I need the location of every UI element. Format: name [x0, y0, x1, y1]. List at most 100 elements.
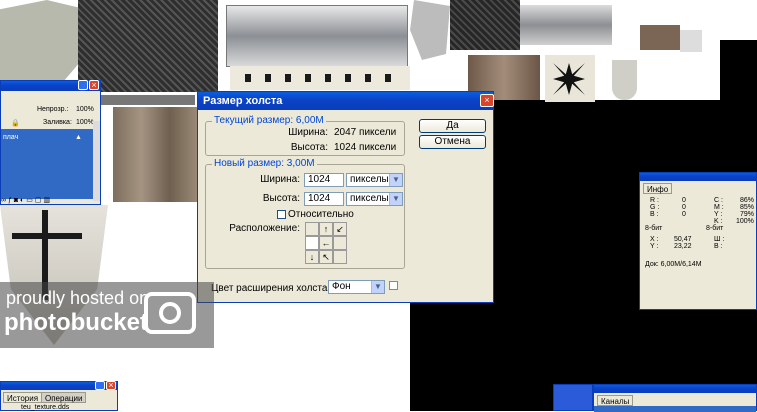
lock-icon[interactable]: 🔒 — [11, 119, 20, 127]
mask-icon[interactable]: ◙ — [14, 197, 18, 204]
new-size-label: Новый размер: 3,00M — [212, 158, 317, 169]
fill-value[interactable]: 100% — [76, 119, 94, 126]
new-width-unit: пикселы — [350, 174, 389, 185]
chevron-down-icon[interactable]: ▼ — [371, 281, 384, 293]
new-height-unit: пикселы — [350, 193, 389, 204]
channels-palette: Каналы — [593, 384, 757, 412]
texture-steel-band — [226, 5, 408, 67]
extension-color-select[interactable]: Фон ▼ — [328, 280, 385, 294]
anchor-middle-left[interactable] — [305, 236, 319, 250]
ok-button[interactable]: Да — [419, 119, 486, 133]
texture-leather — [113, 107, 198, 202]
anchor-top-right-icon[interactable]: ↙ — [333, 222, 347, 236]
close-icon[interactable]: × — [89, 80, 99, 90]
anchor-top-icon[interactable]: ↑ — [319, 222, 333, 236]
new-layer-icon[interactable]: ▢ — [35, 197, 42, 204]
tab-actions[interactable]: Операции — [41, 392, 87, 403]
info-palette: Инфо R : 0 G : 0 B : 0 C : 86% M : 85% Y… — [639, 172, 757, 310]
anchor-grid[interactable]: ↑ ↙ ← ↓ ↖ — [305, 222, 347, 264]
photobucket-watermark: proudly hosted on photobucket — [0, 282, 214, 348]
layers-palette: _ × Непрозр.: 100% 🔒 Заливка: 100% плач … — [0, 80, 101, 205]
y-coord-label: Y : — [650, 243, 659, 250]
texture-cross-emblem-small — [680, 30, 702, 52]
y-label: Y : — [714, 211, 723, 218]
minimize-icon[interactable]: _ — [95, 381, 105, 390]
dialog-close-icon[interactable]: × — [480, 94, 494, 107]
new-height-label: Высота: — [262, 193, 300, 204]
tab-history[interactable]: История — [3, 392, 43, 403]
channels-side-strip — [553, 384, 593, 411]
new-width-unit-select[interactable]: пикселы ▼ — [346, 173, 403, 187]
layer-row[interactable]: плач ▲ — [1, 129, 93, 199]
r-value: 0 — [682, 197, 686, 204]
history-item[interactable]: teu_texture.dds — [21, 404, 69, 411]
texture-rivet-row — [245, 74, 405, 82]
opacity-label: Непрозр.: — [37, 106, 69, 113]
channels-title-bar — [594, 385, 756, 393]
extension-color-label: Цвет расширения холста: — [211, 283, 331, 294]
m-label: M : — [714, 204, 724, 211]
camera-icon — [144, 292, 196, 334]
history-palette: _ × История Операции teu_texture.dds — [0, 381, 118, 411]
extension-color-swatch[interactable] — [389, 281, 398, 290]
new-height-input[interactable]: 1024 — [304, 192, 344, 206]
x-value: 50,47 — [674, 236, 692, 243]
watermark-line1: proudly hosted on — [6, 288, 150, 308]
anchor-bottom-left-icon[interactable]: ↓ — [305, 250, 319, 264]
texture-steel-small — [520, 5, 612, 45]
anchor-middle-right[interactable] — [333, 236, 347, 250]
b-label: B : — [650, 211, 659, 218]
close-icon[interactable]: × — [106, 381, 116, 390]
g-value: 0 — [682, 204, 686, 211]
current-height-value: 1024 пиксели — [334, 142, 397, 153]
c-value: 86% — [740, 197, 755, 204]
folder-icon[interactable]: ▭ — [26, 197, 33, 204]
w-label: Ш : — [714, 236, 725, 243]
anchor-top-left[interactable] — [305, 222, 319, 236]
cancel-button[interactable]: Отмена — [419, 135, 486, 149]
texture-chainmail — [78, 0, 218, 92]
g-label: G : — [650, 204, 660, 211]
texture-leather-small — [640, 25, 680, 50]
canvas-black-region-top — [720, 40, 757, 102]
texture-cross-emblem — [545, 55, 595, 102]
chevron-down-icon[interactable]: ▼ — [389, 193, 402, 205]
tab-info[interactable]: Инфо — [643, 183, 673, 194]
link-icon[interactable]: ∞ — [1, 197, 6, 204]
relative-label: Относительно — [288, 209, 354, 220]
adjustment-icon[interactable]: ◐ — [20, 197, 24, 204]
c-label: C : — [714, 197, 723, 204]
y-coord-value: 23,22 — [674, 243, 692, 250]
layer-lock-icon: ▲ — [75, 134, 82, 141]
doc-size: Док: 6,00M/6,14M — [645, 261, 702, 268]
info-title-bar — [640, 173, 756, 181]
dialog-title: Размер холста — [203, 95, 283, 107]
tab-channels[interactable]: Каналы — [597, 395, 634, 406]
k-label: K : — [714, 218, 723, 225]
layers-scrollbar[interactable] — [93, 121, 100, 201]
current-width-value: 2047 пиксели — [334, 127, 397, 138]
chevron-down-icon[interactable]: ▼ — [389, 174, 402, 186]
anchor-center-icon[interactable]: ← — [319, 236, 333, 250]
opacity-value[interactable]: 100% — [76, 106, 94, 113]
anchor-label: Расположение: — [229, 223, 300, 234]
minimize-icon[interactable]: _ — [78, 80, 88, 90]
fill-label: Заливка: — [43, 119, 72, 126]
new-width-label: Ширина: — [260, 174, 300, 185]
relative-checkbox[interactable] — [277, 210, 286, 219]
new-width-input[interactable]: 1024 — [304, 173, 344, 187]
watermark-line2: photobucket — [4, 309, 148, 336]
new-height-unit-select[interactable]: пикселы ▼ — [346, 192, 403, 206]
current-width-label: Ширина: — [288, 127, 328, 138]
texture-shield-cross-h — [12, 233, 82, 239]
anchor-bottom-icon[interactable]: ↖ — [319, 250, 333, 264]
layer-name: плач — [3, 134, 19, 141]
current-size-label: Текущий размер: 6,00M — [212, 115, 326, 126]
bit-right: 8-бит — [706, 225, 724, 232]
trash-icon[interactable]: ▥ — [43, 197, 50, 204]
texture-dark-cloth — [450, 0, 520, 50]
anchor-bottom-right[interactable] — [333, 250, 347, 264]
effects-icon[interactable]: ƒ — [8, 197, 12, 204]
h-label: В : — [714, 243, 723, 250]
channel-row[interactable] — [594, 406, 756, 412]
